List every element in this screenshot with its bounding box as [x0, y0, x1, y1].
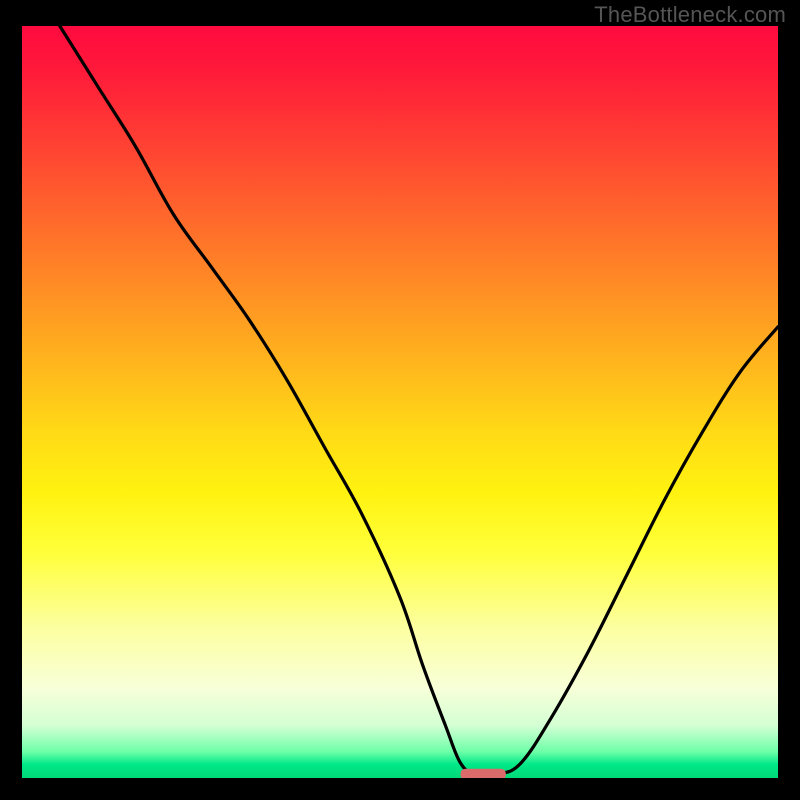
- optimal-marker: [461, 769, 506, 778]
- plot-svg: [22, 26, 778, 778]
- bottleneck-curve: [60, 26, 778, 776]
- chart-root: TheBottleneck.com: [0, 0, 800, 800]
- plot-frame: [22, 26, 778, 778]
- plot-area: [22, 26, 778, 778]
- watermark-text: TheBottleneck.com: [594, 2, 786, 28]
